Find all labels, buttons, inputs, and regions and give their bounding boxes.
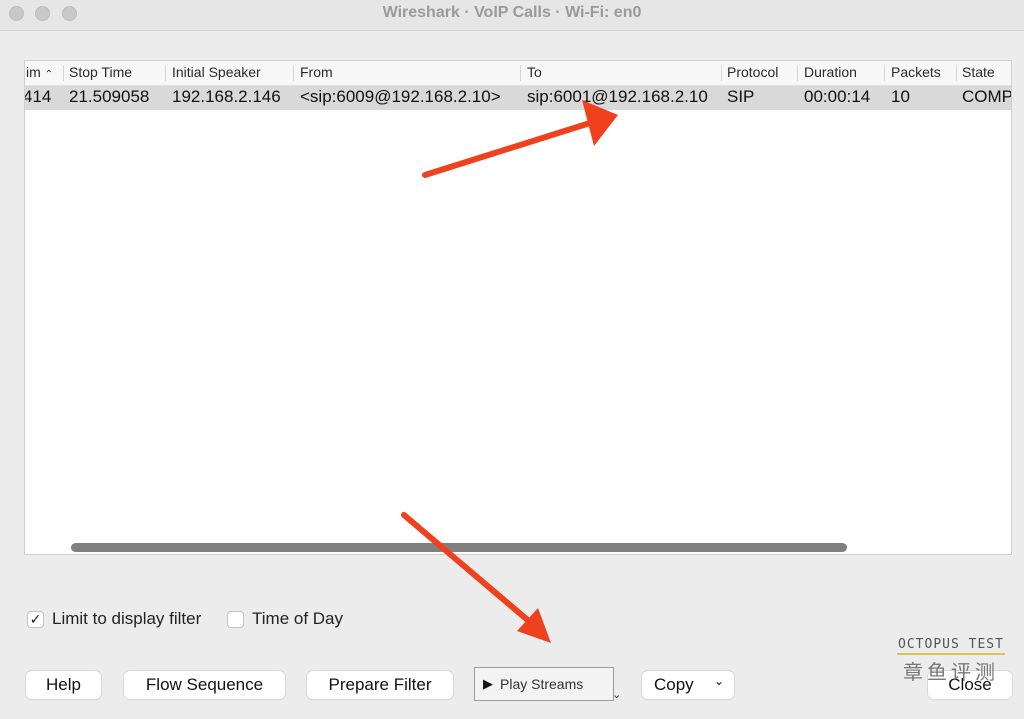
table-header: im ⌃ Stop Time Initial Speaker From To P… [25,61,1011,86]
flow-sequence-button[interactable]: Flow Sequence [124,671,285,699]
table-row[interactable]: 414 21.509058 192.168.2.146 <sip:6009@19… [25,86,1011,110]
play-streams-button[interactable]: ▶ Play Streams [474,667,614,701]
cell-start-time: 414 [24,87,52,106]
title-bar: Wireshark · VoIP Calls · Wi-Fi: en0 [0,0,1024,31]
column-header-start-time[interactable]: im ⌃ [26,64,53,80]
limit-to-display-filter-checkbox[interactable]: ✓ Limit to display filter [27,609,201,629]
play-streams-dropdown-chevron-icon[interactable]: ⌄ [612,688,621,701]
checkbox-empty-icon[interactable] [227,610,244,628]
cell-duration: 00:00:14 [804,87,871,106]
cell-protocol: SIP [727,87,755,106]
column-header-from[interactable]: From [300,64,333,80]
play-streams-label: Play Streams [500,676,584,692]
chevron-down-icon: ⌄ [713,674,724,688]
cell-packets: 10 [891,87,910,106]
column-header-packets[interactable]: Packets [891,64,941,80]
column-header-to[interactable]: To [527,64,542,80]
column-header-stop-time[interactable]: Stop Time [69,64,132,80]
watermark-en: OCTOPUS TEST [897,637,1005,655]
column-header-protocol[interactable]: Protocol [727,64,778,80]
checkmark-icon[interactable]: ✓ [27,610,44,628]
cell-from: <sip:6009@192.168.2.10> [300,87,501,106]
column-header-state[interactable]: State [962,64,995,80]
limit-to-display-filter-label: Limit to display filter [52,609,202,628]
cell-to: sip:6001@192.168.2.10 [527,87,708,106]
copy-label: Copy [654,675,694,694]
voip-calls-table[interactable]: im ⌃ Stop Time Initial Speaker From To P… [24,60,1012,555]
help-button[interactable]: Help [26,671,101,699]
time-of-day-label: Time of Day [252,609,344,628]
play-icon: ▶ [483,676,493,691]
horizontal-scrollbar[interactable] [71,543,847,552]
close-button[interactable]: Close [928,671,1012,699]
cell-initial-speaker: 192.168.2.146 [172,87,281,106]
cell-state: COMP [962,87,1012,106]
time-of-day-checkbox[interactable]: Time of Day [227,609,343,629]
window-title: Wireshark · VoIP Calls · Wi-Fi: en0 [382,4,642,21]
column-header-initial-speaker[interactable]: Initial Speaker [172,64,261,80]
column-header-duration[interactable]: Duration [804,64,857,80]
prepare-filter-button[interactable]: Prepare Filter [307,671,453,699]
sort-ascending-icon: ⌃ [44,69,54,80]
cell-stop-time: 21.509058 [69,87,150,106]
copy-dropdown-button[interactable]: Copy ⌄ [642,671,734,699]
